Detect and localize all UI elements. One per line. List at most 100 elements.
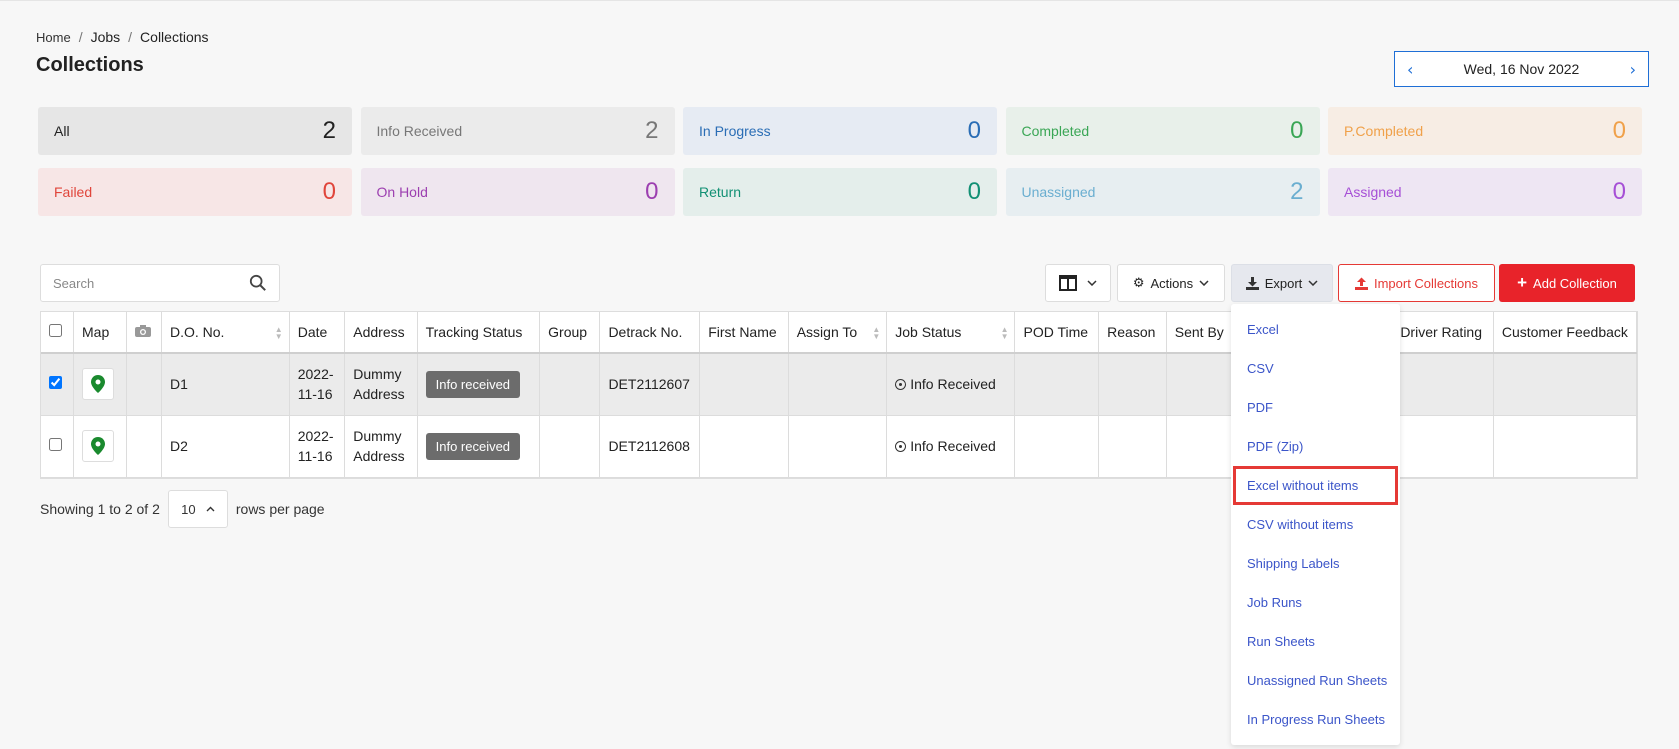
column-header-label: Assign To — [796, 324, 858, 340]
breadcrumb-home[interactable]: Home — [36, 30, 71, 45]
select-all-checkbox[interactable] — [49, 324, 62, 337]
column-header-driver-rating[interactable]: Driver Rating — [1391, 312, 1494, 354]
customer-feedback-cell — [1493, 415, 1637, 478]
actions-button[interactable]: ⚙ Actions — [1117, 264, 1225, 302]
showing-text: Showing 1 to 2 of 2 — [40, 501, 160, 517]
column-header-photo[interactable] — [126, 312, 162, 354]
map-pin-icon — [91, 437, 105, 455]
status-card-label: Return — [699, 184, 742, 200]
column-header-map[interactable]: Map — [73, 312, 128, 354]
driver-rating-cell — [1391, 415, 1494, 478]
column-toggle-button[interactable] — [1045, 264, 1111, 302]
job-status-cell: Info Received — [886, 415, 1016, 478]
column-header-address[interactable]: Address — [344, 312, 418, 354]
current-date[interactable]: Wed, 16 Nov 2022 — [1464, 61, 1580, 77]
export-menu-item-excel[interactable]: Excel — [1231, 310, 1400, 349]
export-menu-item-pdf-zip[interactable]: PDF (Zip) — [1231, 427, 1400, 466]
column-header-group[interactable]: Group — [539, 312, 601, 354]
export-menu-item-in-progress-run-sheets[interactable]: In Progress Run Sheets — [1231, 700, 1400, 739]
map-button[interactable] — [82, 368, 114, 401]
date-navigator: ‹ Wed, 16 Nov 2022 › — [1394, 51, 1649, 87]
date-cell: 2022-11-16 — [289, 353, 346, 416]
export-menu-item-unassigned-run-sheets[interactable]: Unassigned Run Sheets — [1231, 661, 1400, 700]
export-menu-item-excel-without-items[interactable]: Excel without items — [1233, 466, 1398, 505]
column-header-reason[interactable]: Reason — [1098, 312, 1167, 354]
do-no-cell: D1 — [161, 353, 290, 416]
column-header-first-name[interactable]: First Name — [699, 312, 789, 354]
status-card-in-progress[interactable]: In Progress 0 — [683, 107, 997, 155]
column-header-label: Job Status — [895, 324, 962, 340]
export-menu-item-run-sheets[interactable]: Run Sheets — [1231, 622, 1400, 661]
first-name-cell — [699, 415, 789, 478]
chevron-left-icon[interactable]: ‹ — [1407, 60, 1413, 79]
sort-icon: ▲ ▼ — [1000, 325, 1009, 341]
add-collection-button[interactable]: + Add Collection — [1499, 264, 1635, 302]
rows-per-page-select[interactable]: 10 — [167, 490, 228, 528]
search-input[interactable] — [53, 275, 249, 291]
tracking-status-cell: Info received — [417, 353, 541, 416]
status-card-unassigned[interactable]: Unassigned 2 — [1005, 168, 1320, 216]
import-collections-button[interactable]: Import Collections — [1338, 264, 1495, 302]
camera-icon — [135, 325, 152, 337]
first-name-cell — [699, 353, 789, 416]
pod-time-cell — [1014, 415, 1100, 478]
status-card-completed[interactable]: Completed 0 — [1005, 107, 1320, 155]
column-header-assign-to[interactable]: Assign To ▲ ▼ — [788, 312, 888, 354]
rows-per-page-label: rows per page — [235, 501, 325, 517]
row-select-cell — [41, 415, 74, 478]
chevron-right-icon[interactable]: › — [1630, 60, 1636, 79]
column-header-pod-time[interactable]: POD Time — [1014, 312, 1100, 354]
column-header-do-no[interactable]: D.O. No. ▲ ▼ — [161, 312, 290, 354]
status-card-p-completed[interactable]: P.Completed 0 — [1328, 107, 1642, 155]
job-status-cell: Info Received — [886, 353, 1016, 416]
chevron-down-icon — [1087, 280, 1097, 286]
export-menu-item-job-runs[interactable]: Job Runs — [1231, 583, 1400, 622]
status-card-count: 0 — [1612, 117, 1626, 144]
export-menu-item-shipping-labels[interactable]: Shipping Labels — [1231, 544, 1400, 583]
column-header-detrack-no[interactable]: Detrack No. — [599, 312, 701, 354]
status-card-assigned[interactable]: Assigned 0 — [1328, 168, 1642, 216]
breadcrumb-current: Collections — [140, 29, 209, 45]
export-menu-item-pdf[interactable]: PDF — [1231, 388, 1400, 427]
assign-to-cell — [788, 415, 888, 478]
search-icon[interactable] — [249, 274, 267, 292]
status-card-label: Unassigned — [1021, 184, 1096, 200]
status-card-on-hold[interactable]: On Hold 0 — [360, 168, 675, 216]
row-select-cell — [41, 353, 74, 416]
columns-icon — [1059, 275, 1077, 291]
row-checkbox[interactable] — [49, 438, 62, 451]
status-dot-icon — [895, 379, 907, 391]
reason-cell — [1098, 353, 1167, 416]
map-cell — [73, 353, 128, 416]
photo-cell — [126, 353, 162, 416]
status-card-return[interactable]: Return 0 — [683, 168, 997, 216]
status-badge: Info received — [425, 432, 521, 460]
row-checkbox[interactable] — [49, 376, 62, 390]
status-card-label: In Progress — [699, 123, 771, 139]
status-card-info-received[interactable]: Info Received 2 — [360, 107, 675, 155]
status-card-count: 0 — [967, 178, 981, 205]
status-card-count: 2 — [1290, 178, 1304, 205]
page-title: Collections — [36, 54, 144, 76]
status-card-failed[interactable]: Failed 0 — [38, 168, 352, 216]
column-header-tracking-status[interactable]: Tracking Status — [417, 312, 541, 354]
sent-by-cell — [1166, 415, 1236, 478]
status-card-label: Info Received — [376, 123, 463, 139]
export-menu-item-csv-without-items[interactable]: CSV without items — [1231, 505, 1400, 544]
reason-cell — [1098, 415, 1167, 478]
export-button[interactable]: Export — [1231, 264, 1333, 302]
actions-label: Actions — [1150, 275, 1194, 291]
export-dropdown-menu: Excel CSV PDF PDF (Zip) Excel without it… — [1231, 304, 1400, 745]
column-header-sent-by[interactable]: Sent By — [1166, 312, 1236, 354]
column-header-customer-feedback[interactable]: Customer Feedback — [1493, 312, 1637, 354]
column-header-date[interactable]: Date — [289, 312, 346, 354]
map-button[interactable] — [82, 430, 114, 462]
breadcrumb-jobs[interactable]: Jobs — [91, 29, 121, 45]
detrack-no-cell: DET2112607 — [599, 353, 701, 416]
map-cell — [73, 415, 128, 478]
export-menu-item-csv[interactable]: CSV — [1231, 349, 1400, 388]
status-card-count: 0 — [645, 178, 659, 205]
status-badge: Info received — [425, 370, 521, 398]
status-card-all[interactable]: All 2 — [38, 107, 352, 155]
column-header-job-status[interactable]: Job Status ▲ ▼ — [886, 312, 1016, 354]
